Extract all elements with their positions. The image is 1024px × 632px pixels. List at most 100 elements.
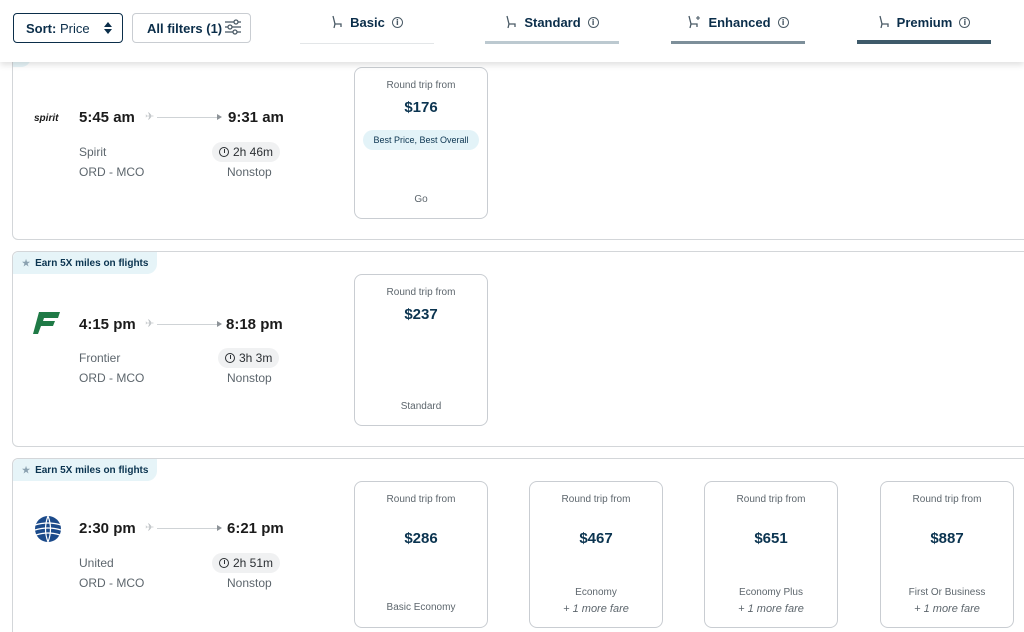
route-codes: ORD - MCO bbox=[79, 371, 145, 385]
tab-enhanced-label: Enhanced bbox=[708, 14, 771, 30]
seat-icon bbox=[505, 15, 517, 29]
fare-from-label: Round trip from bbox=[386, 80, 456, 91]
route-line bbox=[157, 117, 219, 118]
arrival-time: 6:21 pm bbox=[227, 520, 284, 537]
duration-pill: 2h 51m bbox=[212, 553, 281, 573]
tab-standard[interactable]: Standard i bbox=[485, 0, 619, 44]
tab-standard-bar bbox=[485, 41, 619, 44]
airline-name: United bbox=[79, 556, 114, 570]
flight-card[interactable]: ★ Earn 5X miles on flights 4:15 pm ✈ 8:1… bbox=[12, 251, 1024, 447]
sliders-icon bbox=[224, 18, 242, 38]
tab-basic-label: Basic bbox=[350, 14, 385, 30]
fare-option-first-or-business[interactable]: Round trip from $887 First Or Business +… bbox=[880, 481, 1014, 628]
arrow-icon bbox=[217, 321, 222, 327]
clock-icon bbox=[219, 147, 229, 157]
plane-icon: ✈ bbox=[145, 522, 155, 534]
svg-text:spirit: spirit bbox=[34, 113, 59, 124]
fare-class: Economy Plus bbox=[739, 587, 803, 598]
duration-pill: 3h 3m bbox=[218, 348, 280, 368]
duration-text: 2h 46m bbox=[233, 145, 274, 159]
fare-price: $176 bbox=[404, 99, 438, 116]
more-fares-link[interactable]: + 1 more fare bbox=[705, 603, 837, 615]
earn-miles-text: Earn 5X miles on flights bbox=[35, 257, 149, 269]
tab-enhanced[interactable]: Enhanced i bbox=[671, 0, 805, 44]
seat-icon bbox=[878, 15, 890, 29]
fare-from-label: Round trip from bbox=[386, 287, 456, 298]
arrow-icon bbox=[217, 114, 222, 120]
flight-card[interactable]: spirit 5:45 am ✈ 9:31 am Spirit 2h 46m O… bbox=[12, 40, 1024, 240]
fare-class: Standard bbox=[400, 401, 442, 412]
flight-card[interactable]: ★ Earn 5X miles on flights 2:30 pm ✈ 6:2… bbox=[12, 458, 1024, 632]
departure-time: 4:15 pm bbox=[79, 316, 136, 333]
info-icon[interactable]: i bbox=[391, 16, 403, 28]
best-price-tag: Best Price, Best Overall bbox=[363, 130, 479, 150]
fare-price: $887 bbox=[930, 530, 964, 547]
fare-from-label: Round trip from bbox=[386, 494, 456, 505]
route-codes: ORD - MCO bbox=[79, 165, 145, 179]
more-fares-link[interactable]: + 1 more fare bbox=[881, 603, 1013, 615]
tab-premium-bar bbox=[857, 40, 991, 44]
route-line bbox=[157, 528, 219, 529]
fare-price: $286 bbox=[404, 530, 438, 547]
arrow-icon bbox=[217, 525, 222, 531]
airline-logo: spirit bbox=[33, 111, 63, 129]
fare-from-label: Round trip from bbox=[912, 494, 982, 505]
info-icon[interactable]: i bbox=[959, 16, 971, 28]
fare-price: $651 bbox=[754, 530, 788, 547]
fare-from-label: Round trip from bbox=[736, 494, 806, 505]
departure-time: 2:30 pm bbox=[79, 520, 136, 537]
departure-time: 5:45 am bbox=[79, 109, 135, 126]
fare-class: Go bbox=[414, 194, 428, 205]
plane-icon: ✈ bbox=[145, 111, 155, 123]
sort-caret-icon bbox=[104, 22, 112, 34]
tab-standard-label: Standard bbox=[524, 14, 581, 30]
tab-enhanced-bar bbox=[671, 41, 805, 44]
seat-icon bbox=[331, 15, 343, 29]
duration-text: 2h 51m bbox=[233, 556, 274, 570]
plane-icon: ✈ bbox=[145, 318, 155, 330]
fare-class: Economy bbox=[575, 587, 617, 598]
arrival-time: 8:18 pm bbox=[226, 316, 283, 333]
frontier-logo bbox=[33, 311, 61, 340]
fare-class: First Or Business bbox=[908, 587, 986, 598]
duration-text: 3h 3m bbox=[239, 351, 273, 365]
route-line bbox=[157, 324, 219, 325]
clock-icon bbox=[219, 558, 229, 568]
results-toolbar: Sort: Price All filters (1) Basic i Stan… bbox=[0, 0, 1024, 62]
info-icon[interactable]: i bbox=[587, 16, 599, 28]
fare-option-economy-plus[interactable]: Round trip from $651 Economy Plus + 1 mo… bbox=[704, 481, 838, 628]
more-fares-link[interactable]: + 1 more fare bbox=[530, 603, 662, 615]
fare-class: Basic Economy bbox=[386, 602, 456, 613]
duration-pill: 2h 46m bbox=[212, 142, 281, 162]
sort-label: Sort: Price bbox=[26, 20, 90, 36]
earn-miles-badge: ★ Earn 5X miles on flights bbox=[13, 252, 158, 274]
airline-name: Spirit bbox=[79, 145, 107, 159]
fare-price: $467 bbox=[579, 530, 613, 547]
all-filters-button[interactable]: All filters (1) bbox=[132, 13, 251, 43]
star-icon: ★ bbox=[22, 464, 31, 475]
info-icon[interactable]: i bbox=[777, 16, 789, 28]
all-filters-label: All filters (1) bbox=[147, 20, 223, 36]
fare-option[interactable]: Round trip from $176 Best Price, Best Ov… bbox=[354, 67, 488, 219]
fare-from-label: Round trip from bbox=[561, 494, 631, 505]
stops: Nonstop bbox=[227, 165, 272, 179]
tab-premium[interactable]: Premium i bbox=[857, 0, 991, 44]
earn-miles-text: Earn 5X miles on flights bbox=[35, 464, 149, 476]
sort-dropdown[interactable]: Sort: Price bbox=[13, 13, 123, 43]
fare-option-basic-economy[interactable]: Round trip from $286 Basic Economy bbox=[354, 481, 488, 628]
clock-icon bbox=[225, 353, 235, 363]
fare-option-economy[interactable]: Round trip from $467 Economy + 1 more fa… bbox=[529, 481, 663, 628]
seat-plus-icon bbox=[687, 15, 701, 29]
stops: Nonstop bbox=[227, 371, 272, 385]
arrival-time: 9:31 am bbox=[228, 109, 284, 126]
tab-premium-label: Premium bbox=[896, 14, 953, 30]
route-codes: ORD - MCO bbox=[79, 576, 145, 590]
united-globe-logo bbox=[33, 514, 63, 549]
fare-option[interactable]: Round trip from $237 Standard bbox=[354, 274, 488, 426]
tab-basic-bar bbox=[300, 43, 434, 44]
fare-price: $237 bbox=[404, 306, 438, 323]
stops: Nonstop bbox=[227, 576, 272, 590]
tab-basic[interactable]: Basic i bbox=[300, 0, 434, 44]
star-icon: ★ bbox=[22, 257, 31, 268]
earn-miles-badge: ★ Earn 5X miles on flights bbox=[13, 459, 158, 481]
